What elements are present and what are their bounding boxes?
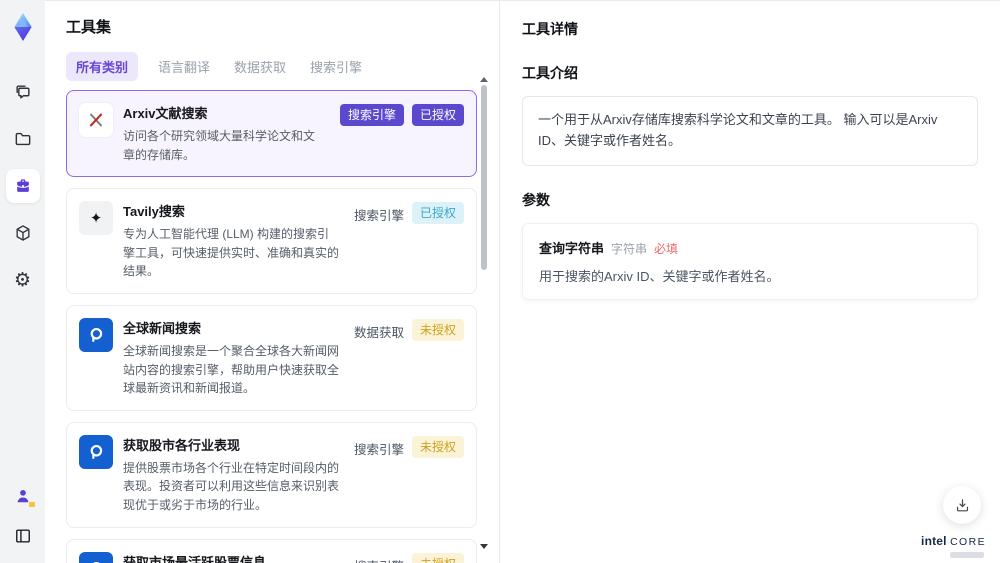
news-search-logo-icon (79, 317, 113, 352)
param-head: 查询字符串 字符串 必填 (539, 238, 961, 257)
tool-card[interactable]: ✦ Tavily搜索 专为人工智能代理 (LLM) 构建的搜索引擎工具，可快速提… (66, 188, 477, 294)
gem-logo-icon (13, 13, 32, 41)
category-tabs: 所有类别 语言翻译 数据获取 搜索引擎 (66, 52, 499, 81)
tool-category-badge: 搜索引擎 (339, 104, 404, 127)
tab-category-2[interactable]: 数据获取 (230, 52, 290, 81)
chat-icon (15, 85, 30, 99)
tool-title: 全球新闻搜索 (123, 320, 202, 336)
page-title: 工具集 (66, 19, 112, 36)
param-required-flag: 必填 (654, 241, 679, 256)
scrollbar[interactable] (480, 77, 488, 549)
sidebar-item-packages[interactable] (6, 216, 40, 250)
sidebar-item-settings[interactable]: ⚙ (6, 263, 40, 297)
param-card: 查询字符串 字符串 必填 用于搜索的Arxiv ID、关键字或作者姓名。 (522, 222, 978, 300)
tab-category-0[interactable]: 所有类别 (66, 52, 139, 81)
briefcase-icon (16, 179, 29, 192)
tool-auth-badge: 未授权 (411, 552, 464, 563)
tool-badges: 搜索引擎 已授权 (354, 201, 464, 281)
tool-card[interactable]: 获取市场最活跃股票信息 提供当天交易量最高的股票列表，投资者可以利用这些信息来识… (66, 538, 477, 563)
tool-auth-badge: 已授权 (411, 202, 464, 225)
param-desc: 用于搜索的Arxiv ID、关键字或作者姓名。 (539, 268, 780, 284)
detail-title: 工具详情 (522, 21, 578, 37)
param-name: 查询字符串 (539, 240, 605, 256)
app-logo[interactable] (5, 9, 41, 45)
scroll-down-arrow[interactable] (480, 544, 488, 549)
stock-sector-logo-icon (79, 434, 113, 469)
gear-icon: ⚙ (13, 269, 32, 291)
tool-badges: 数据获取 未授权 (354, 318, 464, 398)
tool-list: Arxiv文献搜索 访问各个研究领域大量科学论文和文章的存储库。 搜索引擎 已授… (66, 90, 499, 563)
tool-auth-badge: 未授权 (411, 435, 464, 458)
intel-core-badge: intel CORE (921, 535, 986, 558)
intel-core-wordmark: intel CORE (921, 535, 986, 549)
sidebar-item-files[interactable] (6, 122, 40, 156)
active-stocks-logo-icon (79, 551, 113, 563)
tool-list-panel: 工具集 所有类别 语言翻译 数据获取 搜索引擎 Arxiv文献搜索 访问各个研究领域大… (45, 1, 500, 563)
download-button[interactable] (943, 486, 981, 524)
intel-word: intel (921, 534, 947, 549)
arxiv-logo-icon (79, 103, 113, 137)
intel-ultra-bar (950, 552, 984, 558)
avatar-status-dot (28, 502, 35, 507)
tool-desc: 全球新闻搜索是一个聚合全球各大新闻网站内容的搜索引擎，帮助用户快速获取全球最新资… (123, 343, 340, 396)
tool-desc: 专为人工智能代理 (LLM) 构建的搜索引擎工具，可快速提供实时、准确和真实的结… (123, 227, 340, 279)
tab-category-1[interactable]: 语言翻译 (154, 52, 214, 81)
tool-category-badge: 搜索引擎 (354, 553, 404, 563)
tool-auth-badge: 已授权 (411, 104, 464, 127)
tool-badges: 搜索引擎 已授权 (339, 103, 464, 164)
main-area: 工具集 所有类别 语言翻译 数据获取 搜索引擎 Arxiv文献搜索 访问各个研究领域大… (45, 0, 1000, 563)
sidebar-item-chat[interactable] (6, 75, 40, 109)
tool-category-badge: 搜索引擎 (353, 442, 404, 457)
tool-title: 获取股市各行业表现 (123, 437, 241, 453)
tool-badges: 搜索引擎 未授权 (354, 435, 464, 515)
tool-desc: 访问各个研究领域大量科学论文和文章的存储库。 (123, 129, 316, 162)
sidebar-nav: ⚙ (5, 75, 40, 297)
tool-desc: 提供股票市场各个行业在特定时间段内的表现。投资者可以利用这些信息来识别表现优于或… (123, 460, 340, 512)
sidebar-collapse-toggle[interactable] (6, 519, 40, 553)
tavily-star-icon: ✦ (79, 201, 113, 236)
tool-category-badge: 数据获取 (353, 325, 404, 340)
tool-card[interactable]: 获取股市各行业表现 提供股票市场各个行业在特定时间段内的表现。投资者可以利用这些… (66, 421, 477, 528)
tool-auth-badge: 未授权 (411, 318, 464, 342)
tab-category-3[interactable]: 搜索引擎 (306, 52, 366, 81)
sidebar-item-account[interactable] (6, 479, 40, 513)
tool-card[interactable]: Arxiv文献搜索 访问各个研究领域大量科学论文和文章的存储库。 搜索引擎 已授… (66, 90, 477, 178)
sidebar-bottom-nav (6, 479, 40, 553)
download-icon (956, 498, 968, 511)
core-word: CORE (950, 536, 986, 549)
tool-title: 获取市场最活跃股票信息 (123, 554, 267, 563)
cube-icon (16, 225, 30, 241)
tool-detail-panel: 工具详情 工具介绍 一个用于从Arxiv存储库搜索科学论文和文章的工具。 输入可… (500, 1, 1000, 563)
params-heading: 参数 (522, 191, 550, 208)
tool-badges: 搜索引擎 未授权 (354, 552, 464, 563)
tool-card[interactable]: 全球新闻搜索 全球新闻搜索是一个聚合全球各大新闻网站内容的搜索引擎，帮助用户快速… (66, 304, 477, 411)
tool-category-badge: 搜索引擎 (353, 209, 404, 224)
intro-heading: 工具介绍 (522, 65, 578, 81)
panel-toggle-icon (15, 529, 30, 543)
param-type: 字符串 (611, 241, 648, 256)
sidebar-item-tools[interactable] (5, 169, 40, 203)
icon-sidebar: ⚙ (0, 0, 45, 563)
intro-text-box: 一个用于从Arxiv存储库搜索科学论文和文章的工具。 输入可以是Arxiv ID… (522, 96, 978, 166)
scrollbar-thumb[interactable] (481, 85, 487, 270)
folder-icon (15, 132, 30, 146)
tool-title: Tavily搜索 (123, 204, 185, 220)
tool-title: Arxiv文献搜索 (123, 106, 208, 121)
scroll-up-arrow[interactable] (480, 77, 488, 82)
